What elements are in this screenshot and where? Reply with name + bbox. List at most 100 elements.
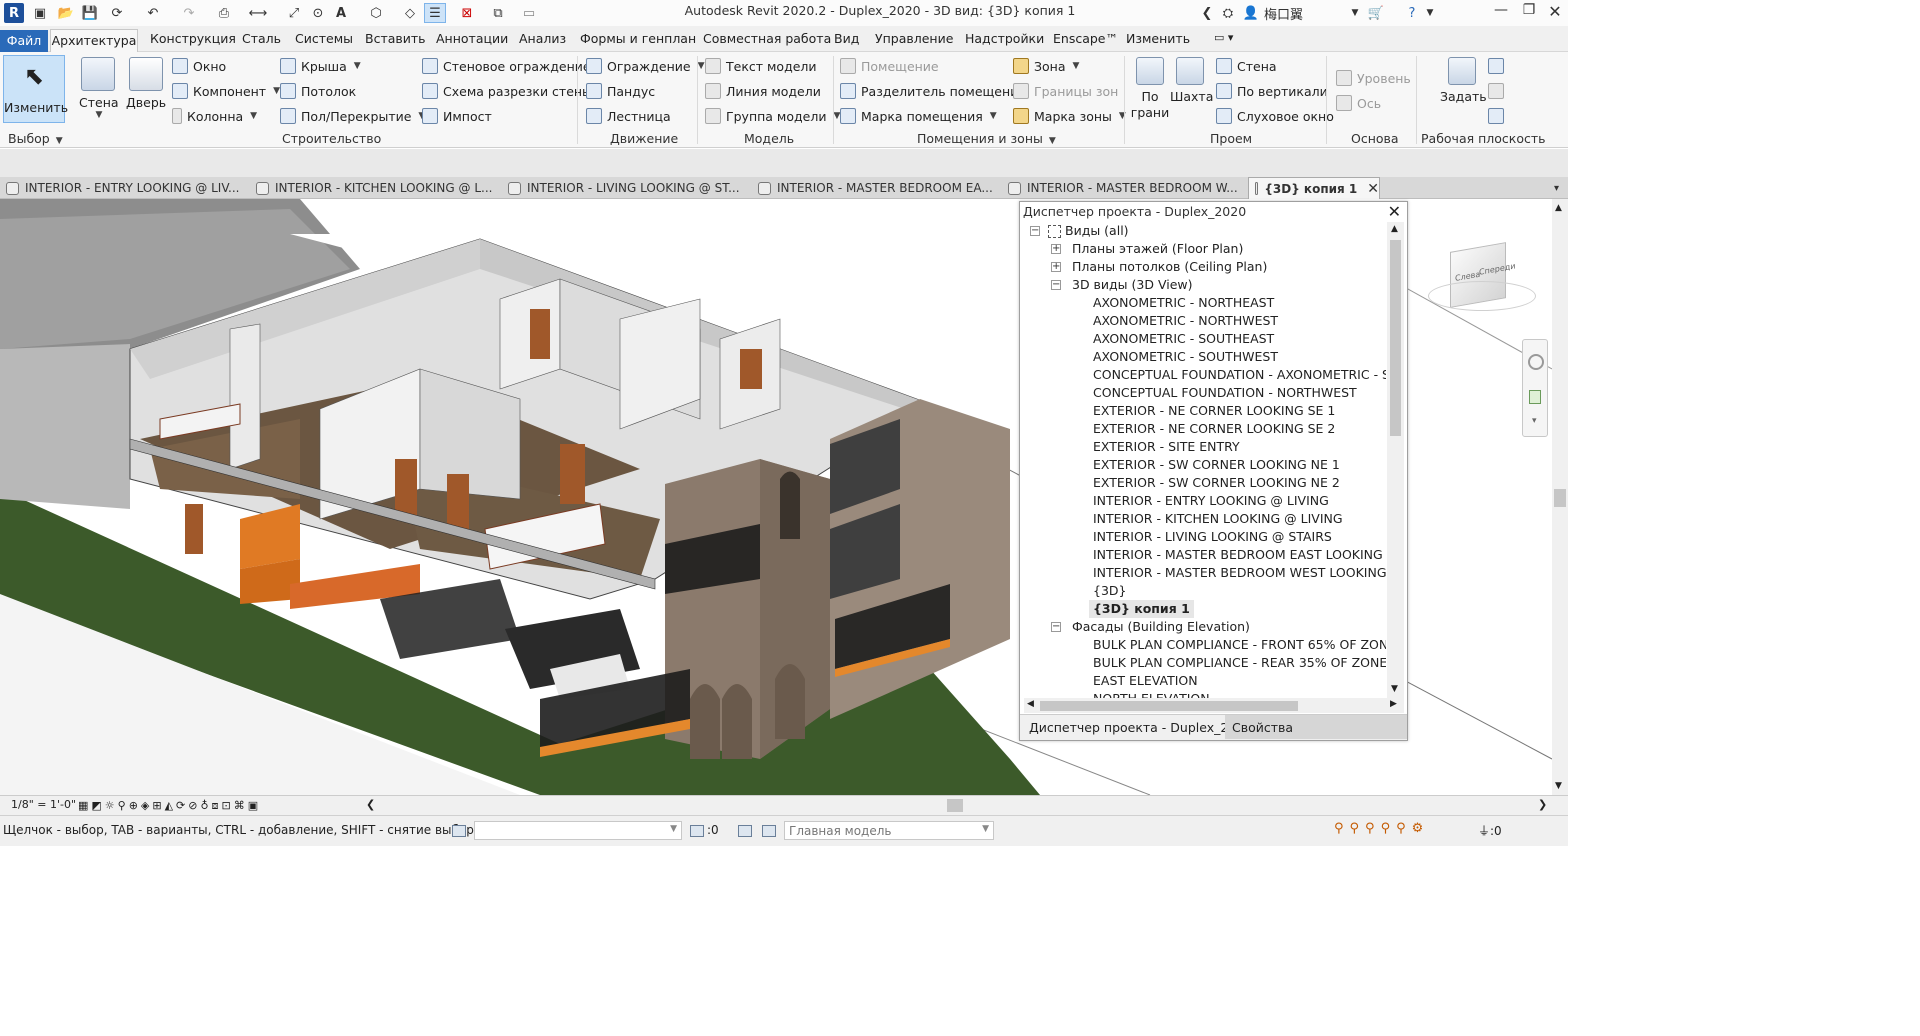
by-face-button[interactable]: По грани	[1130, 57, 1170, 121]
tab-list-icon[interactable]: ▾	[1548, 177, 1568, 199]
tree-item[interactable]: INTERIOR - LIVING LOOKING @ STAIRS	[1093, 528, 1332, 546]
tab-annotate[interactable]: Аннотации	[436, 31, 508, 46]
scroll-down-icon[interactable]: ▼	[1555, 781, 1562, 791]
design-option-icon[interactable]	[762, 823, 779, 837]
component-button[interactable]: Компонент ▼	[172, 81, 280, 101]
room-area-panel-label[interactable]: Помещения и зоны ▼	[917, 131, 1056, 146]
view-scale[interactable]: 1/8" = 1'-0"	[11, 798, 76, 811]
tree-item[interactable]: AXONOMETRIC - SOUTHWEST	[1093, 348, 1278, 366]
view-control-icons[interactable]: ▦◩☼⚲⊕◈⊞◭⟳⊘♁⧈⊡⌘▣	[78, 799, 261, 813]
railing-button[interactable]: Ограждение ▼	[586, 56, 705, 76]
window-button[interactable]: Окно	[172, 56, 226, 76]
room-tag-button[interactable]: Марка помещения ▼	[840, 106, 997, 126]
open-icon[interactable]: 📂	[56, 3, 76, 23]
tree-item[interactable]: AXONOMETRIC - NORTHWEST	[1093, 312, 1278, 330]
revit-logo[interactable]: R	[4, 3, 24, 23]
redo-icon[interactable]: ↷	[176, 3, 202, 23]
scroll-left-icon[interactable]: ❮	[366, 798, 375, 811]
tab-structure[interactable]: Конструкция	[150, 31, 236, 46]
tree-item[interactable]: CONCEPTUAL FOUNDATION - AXONOMETRIC - SO…	[1093, 366, 1386, 384]
tree-item[interactable]: {3D}	[1093, 582, 1126, 600]
tree-3d-views[interactable]: 3D виды (3D View)	[1072, 276, 1193, 294]
collapse-icon[interactable]: −	[1051, 622, 1061, 632]
tab-architecture[interactable]: Архитектура	[50, 29, 138, 53]
tree-ceiling-plans[interactable]: Планы потолков (Ceiling Plan)	[1072, 258, 1267, 276]
print-icon[interactable]: ⎙	[214, 3, 234, 23]
tree-item[interactable]: EXTERIOR - NE CORNER LOOKING SE 1	[1093, 402, 1335, 420]
help-dropdown-icon[interactable]: ▼	[1424, 3, 1436, 23]
home-icon[interactable]: ▣	[32, 3, 48, 23]
doc-tab-1[interactable]: INTERIOR - ENTRY LOOKING @ LIV...	[0, 177, 250, 199]
steering-wheel-icon[interactable]	[1528, 354, 1544, 370]
tab-systems[interactable]: Системы	[295, 31, 353, 46]
text-icon[interactable]: A	[333, 3, 349, 23]
tab-manage[interactable]: Управление	[875, 31, 953, 46]
expand-icon[interactable]: +	[1051, 262, 1061, 272]
dimension-icon[interactable]: ⤢	[284, 3, 304, 23]
curtain-system-button[interactable]: Стеновое ограждение	[422, 56, 591, 76]
tree-item[interactable]: EXTERIOR - NE CORNER LOOKING SE 2	[1093, 420, 1335, 438]
tree-item[interactable]: NORTH ELEVATION	[1093, 690, 1210, 698]
tree-item[interactable]: EAST ELEVATION	[1093, 672, 1198, 690]
wall-button[interactable]: Стена ▼	[79, 57, 119, 120]
search-prev-icon[interactable]: ❮	[1200, 3, 1214, 23]
model-group-button[interactable]: Группа модели ▼	[705, 106, 840, 126]
grid-button[interactable]: Ось	[1336, 93, 1381, 113]
doc-tab-3[interactable]: INTERIOR - LIVING LOOKING @ ST...	[502, 177, 752, 199]
close-icon[interactable]: ✕	[1540, 2, 1570, 22]
sync-icon[interactable]: ⟳	[106, 3, 128, 23]
tree-item[interactable]: CONCEPTUAL FOUNDATION - NORTHWEST	[1093, 384, 1357, 402]
user-icon[interactable]: 👤	[1242, 3, 1260, 23]
ramp-button[interactable]: Пандус	[586, 81, 655, 101]
tree-item[interactable]: BULK PLAN COMPLIANCE - FRONT 65% OF ZONE…	[1093, 636, 1386, 654]
tree-elevations[interactable]: Фасады (Building Elevation)	[1072, 618, 1250, 636]
view-hscroll-thumb[interactable]	[947, 799, 963, 812]
level-button[interactable]: Уровень	[1336, 68, 1411, 88]
ref-plane-button[interactable]	[1488, 81, 1504, 101]
tab-modify[interactable]: Изменить	[1126, 31, 1190, 46]
wall-opening-button[interactable]: Стена	[1216, 56, 1277, 76]
select-panel-label[interactable]: Выбор ▼	[8, 131, 63, 146]
area-button[interactable]: Зона ▼	[1013, 56, 1079, 76]
room-button[interactable]: Помещение	[840, 56, 939, 76]
user-dropdown-icon[interactable]: ▼	[1348, 3, 1362, 23]
scroll-up-icon[interactable]: ▲	[1391, 224, 1398, 234]
tree-root-views[interactable]: Виды (all)	[1048, 222, 1129, 240]
model-select[interactable]: Главная модель ▼	[784, 821, 994, 840]
room-separator-button[interactable]: Разделитель помещений	[840, 81, 1026, 101]
scroll-right-icon[interactable]: ❯	[1538, 798, 1547, 811]
browser-vertical-scrollbar[interactable]: ▲ ▼	[1387, 222, 1404, 698]
worksharing-icon[interactable]	[452, 823, 469, 837]
shaft-button[interactable]: Шахта	[1170, 57, 1213, 104]
zoom-icon[interactable]	[1529, 390, 1541, 404]
column-button[interactable]: Колонна ▼	[172, 106, 257, 126]
undo-icon[interactable]: ↶	[140, 3, 166, 23]
expand-icon[interactable]: +	[1051, 244, 1061, 254]
scroll-thumb[interactable]	[1554, 489, 1566, 507]
workset-count[interactable]: :0	[690, 823, 719, 837]
tree-item-selected[interactable]: {3D} копия 1	[1089, 600, 1194, 618]
ceiling-button[interactable]: Потолок	[280, 81, 356, 101]
tag-icon[interactable]: ⊙	[308, 3, 328, 23]
area-boundary-button[interactable]: Границы зон	[1013, 81, 1118, 101]
tree-item[interactable]: AXONOMETRIC - SOUTHEAST	[1093, 330, 1274, 348]
tab-analyze[interactable]: Анализ	[519, 31, 566, 46]
tree-item[interactable]: INTERIOR - ENTRY LOOKING @ LIVING	[1093, 492, 1329, 510]
tree-item[interactable]: AXONOMETRIC - NORTHEAST	[1093, 294, 1274, 312]
roof-button[interactable]: Крыша ▼	[280, 56, 361, 76]
collapse-icon[interactable]: −	[1030, 226, 1040, 236]
ribbon-options-icon[interactable]: ▭ ▾	[1214, 31, 1233, 44]
tree-item[interactable]: INTERIOR - MASTER BEDROOM EAST LOOKING @…	[1093, 546, 1386, 564]
minimize-icon[interactable]: —	[1486, 2, 1516, 22]
tab-enscape[interactable]: Enscape™	[1053, 31, 1118, 46]
tab-addins[interactable]: Надстройки	[965, 31, 1044, 46]
model-line-button[interactable]: Линия модели	[705, 81, 821, 101]
scroll-left-icon[interactable]: ◀	[1027, 699, 1034, 709]
mullion-button[interactable]: Импост	[422, 106, 492, 126]
tree-item[interactable]: INTERIOR - KITCHEN LOOKING @ LIVING	[1093, 510, 1343, 528]
scroll-down-icon[interactable]: ▼	[1391, 684, 1398, 694]
door-button[interactable]: Дверь	[126, 57, 166, 110]
floor-button[interactable]: Пол/Перекрытие▼	[280, 106, 425, 126]
nav-dropdown-icon[interactable]: ▾	[1532, 416, 1537, 426]
doc-tab-4[interactable]: INTERIOR - MASTER BEDROOM EA...	[752, 177, 1002, 199]
